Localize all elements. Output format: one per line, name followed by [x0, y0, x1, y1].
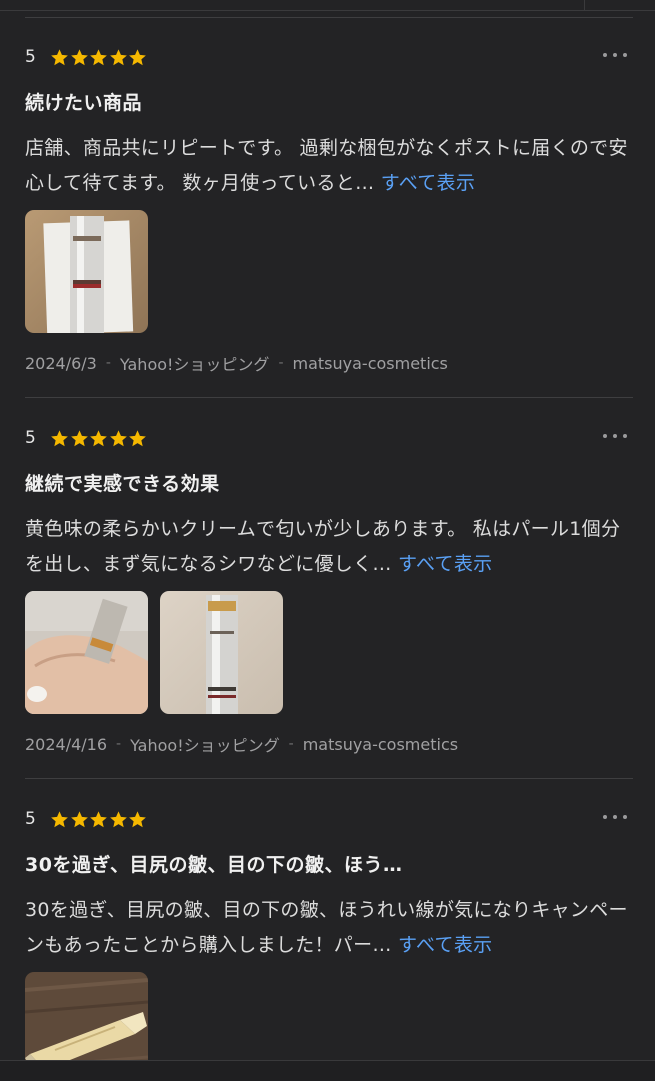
review-title: 30を過ぎ、目尻の皺、目の下の皺、ほう… — [25, 854, 403, 876]
review-body: 30を過ぎ、目尻の皺、目の下の皺、ほうれい線が気になりキャンペーンもあったことか… — [25, 893, 629, 963]
rating-row: 5 — [25, 426, 148, 450]
show-all-link[interactable]: すべて表示 — [398, 934, 492, 956]
review-source: Yahoo!ショッピング — [119, 355, 270, 374]
star-icon — [90, 48, 107, 65]
review-divider — [25, 778, 633, 779]
bottom-bar — [0, 1060, 655, 1081]
show-all-link[interactable]: すべて表示 — [381, 172, 475, 194]
star-icon — [51, 810, 68, 827]
review-body: 黄色味の柔らかいクリームで匂いが少しあります。 私はパール1個分を出し、まず気に… — [25, 512, 629, 582]
review-body: 店舗、商品共にリピートです。 過剰な梱包がなくポストに届くので安心して待てます。… — [25, 131, 629, 201]
review-images — [25, 210, 160, 333]
rating-value: 5 — [25, 428, 36, 448]
meta-separator: - — [278, 355, 284, 371]
star-rating — [50, 810, 148, 829]
star-icon — [70, 810, 88, 827]
review-card: 5 続けたい商品 店舗、商品共にリピートです。 過剰な梱包がなくポストに届くので… — [25, 18, 633, 398]
review-photo-thumbnail[interactable] — [160, 591, 283, 714]
tube-on-wood-photo — [25, 972, 148, 1065]
review-title: 続けたい商品 — [25, 92, 143, 114]
meta-separator: - — [105, 355, 111, 371]
star-icon — [129, 48, 146, 65]
review-photo-thumbnail[interactable] — [25, 972, 148, 1065]
star-icon — [70, 429, 88, 446]
review-photo-thumbnail[interactable] — [25, 591, 148, 714]
product-tube-photo — [25, 210, 148, 333]
rating-row: 5 — [25, 45, 148, 69]
review-body-text: 黄色味の柔らかいクリームで匂いが少しあります。 私はパール1個分を出し、まず気に… — [25, 518, 621, 575]
more-options-icon[interactable] — [603, 810, 627, 824]
review-meta: 2024/4/16 - Yahoo!ショッピング - matsuya-cosme… — [25, 732, 458, 756]
review-body-text: 店舗、商品共にリピートです。 過剰な梱包がなくポストに届くので安心して待てます。… — [25, 137, 628, 194]
show-all-link[interactable]: すべて表示 — [398, 553, 492, 575]
more-options-icon[interactable] — [603, 48, 627, 62]
star-icon — [109, 810, 127, 827]
star-icon — [129, 429, 146, 446]
review-card: 5 30を過ぎ、目尻の皺、目の下の皺、ほう… 30を過ぎ、目尻の皺、目の下の皺、… — [25, 780, 633, 1065]
product-tube-photo — [160, 591, 283, 714]
star-icon — [70, 48, 88, 65]
star-rating — [50, 429, 148, 448]
meta-separator: - — [288, 736, 294, 752]
meta-separator: - — [116, 736, 122, 752]
review-photo-thumbnail[interactable] — [25, 210, 148, 333]
star-icon — [51, 429, 68, 446]
review-source: Yahoo!ショッピング — [130, 736, 280, 755]
rating-value: 5 — [25, 809, 36, 829]
star-rating — [50, 48, 148, 67]
review-title: 継続で実感できる効果 — [25, 473, 220, 495]
review-seller: matsuya-cosmetics — [302, 734, 459, 754]
star-icon — [90, 810, 107, 827]
top-edge — [0, 0, 655, 11]
review-meta: 2024/6/3 - Yahoo!ショッピング - matsuya-cosmet… — [25, 351, 448, 375]
star-icon — [90, 429, 107, 446]
review-images — [25, 972, 160, 1065]
rating-row: 5 — [25, 807, 148, 831]
review-date: 2024/4/16 — [25, 734, 108, 754]
review-images — [25, 591, 295, 714]
review-body-text: 30を過ぎ、目尻の皺、目の下の皺、ほうれい線が気になりキャンペーンもあったことか… — [25, 899, 628, 956]
review-date: 2024/6/3 — [25, 353, 97, 373]
star-icon — [51, 48, 68, 65]
review-divider — [25, 397, 633, 398]
star-icon — [109, 429, 127, 446]
rating-value: 5 — [25, 47, 36, 67]
top-edge-notch — [584, 0, 585, 10]
star-icon — [129, 810, 146, 827]
review-seller: matsuya-cosmetics — [292, 353, 448, 373]
cream-on-hand-photo — [25, 591, 148, 714]
star-icon — [109, 48, 127, 65]
review-card: 5 継続で実感できる効果 黄色味の柔らかいクリームで匂いが少しあります。 私はパ… — [25, 399, 633, 779]
more-options-icon[interactable] — [603, 429, 627, 443]
